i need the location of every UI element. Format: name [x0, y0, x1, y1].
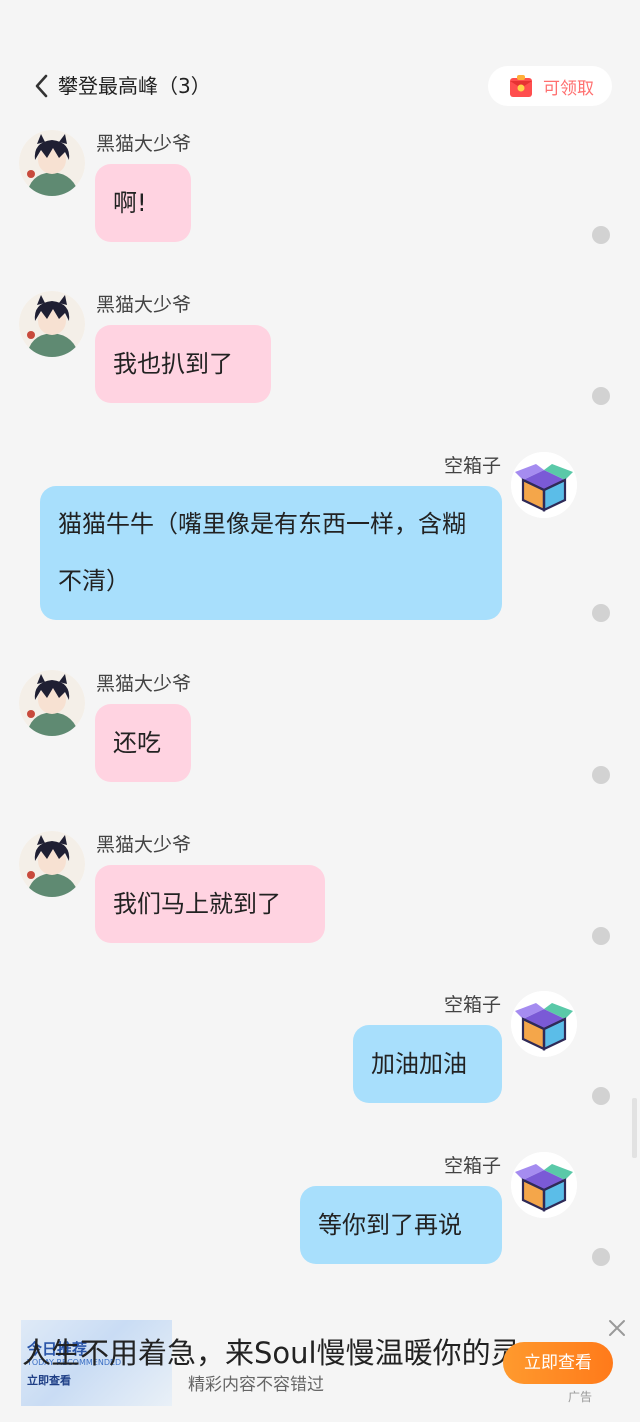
- message-item: 空箱子 猫猫牛牛（嘴里像是有东西一样，含糊不清）: [0, 452, 640, 624]
- sender-name: 黑猫大少爷: [96, 673, 192, 695]
- message-item: 空箱子 加油加油: [0, 991, 640, 1107]
- message-bubble[interactable]: 还吃: [95, 704, 191, 782]
- avatar[interactable]: [511, 452, 577, 518]
- chevron-left-icon: [35, 74, 48, 98]
- avatar[interactable]: [19, 831, 85, 897]
- box-avatar-icon: [511, 452, 577, 518]
- message-item: 黑猫大少爷 啊!: [0, 130, 640, 246]
- message-text: 我们马上就到了: [113, 890, 281, 918]
- sender-name: 黑猫大少爷: [96, 834, 192, 856]
- message-bubble[interactable]: 等你到了再说: [300, 1186, 502, 1264]
- message-bubble[interactable]: 加油加油: [353, 1025, 502, 1103]
- ad-close-button[interactable]: [605, 1316, 629, 1340]
- box-avatar-icon: [511, 1152, 577, 1218]
- message-text: 啊!: [113, 189, 147, 217]
- sender-name: 空箱子: [443, 1155, 501, 1177]
- message-text: 等你到了再说: [318, 1211, 462, 1239]
- message-bubble[interactable]: 啊!: [95, 164, 191, 242]
- read-status-dot: [592, 766, 610, 784]
- message-text: 还吃: [113, 729, 161, 757]
- ad-thumb-cta: 立即查看: [27, 1374, 71, 1387]
- avatar[interactable]: [19, 291, 85, 357]
- read-status-dot: [592, 927, 610, 945]
- message-text: 加油加油: [371, 1050, 467, 1078]
- red-envelope-icon: [510, 75, 532, 97]
- message-bubble[interactable]: 我们马上就到了: [95, 865, 325, 943]
- anime-boy-avatar-icon: [19, 831, 85, 897]
- anime-boy-avatar-icon: [19, 130, 85, 196]
- sender-name: 空箱子: [443, 994, 501, 1016]
- read-status-dot: [592, 387, 610, 405]
- reward-label: 可领取: [543, 78, 594, 99]
- chat-header: 攀登最高峰（3） 可领取: [0, 66, 640, 106]
- ad-tag: 广告: [568, 1390, 593, 1404]
- close-icon: [609, 1320, 625, 1336]
- ad-headline: 人生不用着急，来Soul慢慢温暖你的灵: [22, 1336, 520, 1370]
- message-item: 黑猫大少爷 还吃: [0, 670, 640, 786]
- read-status-dot: [592, 226, 610, 244]
- avatar[interactable]: [511, 991, 577, 1057]
- message-bubble[interactable]: 猫猫牛牛（嘴里像是有东西一样，含糊不清）: [40, 486, 502, 620]
- message-text: 猫猫牛牛（嘴里像是有东西一样，含糊不清）: [58, 510, 466, 595]
- back-button[interactable]: [30, 72, 54, 100]
- read-status-dot: [592, 604, 610, 622]
- message-item: 黑猫大少爷 我们马上就到了: [0, 831, 640, 947]
- avatar[interactable]: [511, 1152, 577, 1218]
- scrollbar[interactable]: [632, 1098, 637, 1158]
- anime-boy-avatar-icon: [19, 670, 85, 736]
- read-status-dot: [592, 1248, 610, 1266]
- message-item: 黑猫大少爷 我也扒到了: [0, 291, 640, 407]
- sender-name: 黑猫大少爷: [96, 294, 192, 316]
- sender-name: 黑猫大少爷: [96, 133, 192, 155]
- chat-screen: 攀登最高峰（3） 可领取 黑猫大少爷 啊! 黑猫大少爷 我也扒到了 空箱子 猫猫…: [0, 0, 640, 1422]
- group-title: 攀登最高峰（3）: [58, 74, 211, 98]
- anime-boy-avatar-icon: [19, 291, 85, 357]
- box-avatar-icon: [511, 991, 577, 1057]
- message-bubble[interactable]: 我也扒到了: [95, 325, 271, 403]
- reward-button[interactable]: 可领取: [488, 66, 612, 106]
- avatar[interactable]: [19, 670, 85, 736]
- ad-banner[interactable]: 今日推荐 TODAY RECOMMENDED 立即查看 人生不用着急，来Soul…: [0, 1318, 640, 1422]
- message-item: 空箱子 等你到了再说: [0, 1152, 640, 1268]
- message-text: 我也扒到了: [113, 350, 233, 378]
- sender-name: 空箱子: [443, 455, 501, 477]
- avatar[interactable]: [19, 130, 85, 196]
- ad-subtitle: 精彩内容不容错过: [188, 1375, 324, 1395]
- ad-cta-button[interactable]: 立即查看: [503, 1342, 613, 1384]
- read-status-dot: [592, 1087, 610, 1105]
